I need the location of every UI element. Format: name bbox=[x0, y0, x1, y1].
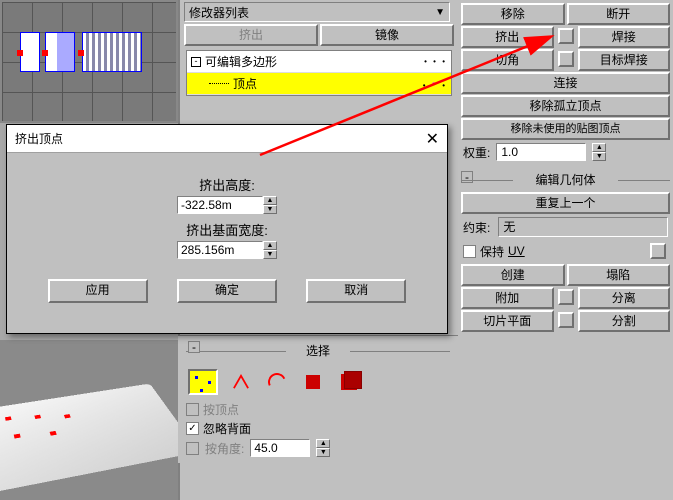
chevron-down-icon: ▼ bbox=[435, 7, 445, 18]
remove-unused-button[interactable]: 移除未使用的贴图顶点 bbox=[461, 118, 670, 140]
extrude-settings-button[interactable] bbox=[558, 28, 574, 44]
weld-button[interactable]: 焊接 bbox=[578, 26, 671, 48]
extrude-vertices-dialog: 挤出顶点 ✕ 挤出高度: -322.58m ▲▼ 挤出基面宽度: 285.156… bbox=[6, 124, 448, 334]
mirror-button[interactable]: 镜像 bbox=[320, 24, 454, 46]
preserve-label: 保持 bbox=[480, 243, 504, 260]
stack-item-editable-poly[interactable]: - 可编辑多边形 • • • bbox=[187, 51, 451, 73]
target-weld-button[interactable]: 目标焊接 bbox=[578, 49, 671, 71]
extrude-button[interactable]: 挤出 bbox=[461, 26, 554, 48]
break-button[interactable]: 断开 bbox=[567, 3, 671, 25]
preserve-uv-settings[interactable] bbox=[650, 243, 666, 259]
stack-dots-icon: • • • bbox=[423, 77, 447, 91]
split-toggle[interactable] bbox=[558, 312, 574, 328]
extrude-base-label: 挤出基面宽度: bbox=[23, 220, 431, 239]
edit-vertices-panel: 移除断开 挤出 焊接 切角 目标焊接 连接 移除孤立顶点 移除未使用的贴图顶点 … bbox=[458, 0, 673, 500]
extrude-base-spinner[interactable]: ▲▼ bbox=[263, 241, 277, 259]
preserve-uv-checkbox[interactable] bbox=[463, 245, 476, 258]
constraint-label: 约束: bbox=[463, 219, 490, 236]
ok-button[interactable]: 确定 bbox=[177, 279, 277, 303]
split-button[interactable]: 分割 bbox=[578, 310, 671, 332]
attach-button[interactable]: 附加 bbox=[461, 287, 554, 309]
remove-isolated-button[interactable]: 移除孤立顶点 bbox=[461, 95, 670, 117]
stack-item-vertex[interactable]: 顶点 • • • bbox=[187, 73, 451, 95]
subobj-border-button[interactable] bbox=[264, 371, 290, 393]
extrude-height-spinner[interactable]: ▲▼ bbox=[263, 196, 277, 214]
collapse-icon[interactable]: - bbox=[188, 341, 200, 353]
stack-dots-icon: • • • bbox=[424, 57, 447, 66]
subobj-vertex-button[interactable] bbox=[188, 369, 218, 395]
by-angle-label: 按角度: bbox=[205, 440, 244, 457]
extrude-height-input[interactable]: -322.58m bbox=[177, 196, 263, 214]
uv-label: UV bbox=[508, 244, 525, 258]
modifier-stack[interactable]: - 可编辑多边形 • • • 顶点 • • • bbox=[186, 50, 452, 96]
close-icon[interactable]: ✕ bbox=[426, 129, 439, 149]
slice-plane-button[interactable]: 切片平面 bbox=[461, 310, 554, 332]
ignore-backface-checkbox[interactable]: ✓忽略背面 bbox=[186, 420, 450, 437]
selection-header: 选择 bbox=[306, 344, 330, 358]
remove-button[interactable]: 移除 bbox=[461, 3, 565, 25]
weight-input[interactable]: 1.0 bbox=[496, 143, 586, 161]
collapse-button[interactable]: 塌陷 bbox=[567, 264, 671, 286]
chamfer-settings-button[interactable] bbox=[558, 51, 574, 67]
collapse-icon[interactable]: - bbox=[461, 171, 473, 183]
dialog-titlebar[interactable]: 挤出顶点 ✕ bbox=[7, 125, 447, 153]
detach-button[interactable]: 分离 bbox=[578, 287, 671, 309]
by-angle-checkbox[interactable] bbox=[186, 442, 199, 455]
modifier-list-label: 修改器列表 bbox=[189, 4, 249, 21]
extrude-base-input[interactable]: 285.156m bbox=[177, 241, 263, 259]
subobj-polygon-button[interactable] bbox=[300, 371, 326, 393]
weight-spinner[interactable]: ▲▼ bbox=[592, 143, 606, 161]
angle-input[interactable]: 45.0 bbox=[250, 439, 310, 457]
extrude-height-label: 挤出高度: bbox=[23, 175, 431, 194]
cancel-button[interactable]: 取消 bbox=[306, 279, 406, 303]
subobj-edge-button[interactable] bbox=[228, 371, 254, 393]
connect-button[interactable]: 连接 bbox=[461, 72, 670, 94]
dialog-title: 挤出顶点 bbox=[15, 130, 63, 147]
chamfer-button[interactable]: 切角 bbox=[461, 49, 554, 71]
constraint-dropdown[interactable]: 无 bbox=[498, 217, 668, 237]
modifier-list-dropdown[interactable]: 修改器列表 ▼ bbox=[184, 2, 450, 22]
collapse-icon[interactable]: - bbox=[191, 57, 201, 67]
repeat-last-button[interactable]: 重复上一个 bbox=[461, 192, 670, 214]
apply-button[interactable]: 应用 bbox=[48, 279, 148, 303]
by-vertex-checkbox[interactable]: 按顶点 bbox=[186, 401, 450, 418]
attach-settings-button[interactable] bbox=[558, 289, 574, 305]
angle-spinner[interactable]: ▲▼ bbox=[316, 439, 330, 457]
weight-label: 权重: bbox=[463, 144, 490, 161]
viewport-perspective[interactable] bbox=[0, 340, 178, 500]
edit-geometry-header: 编辑几何体 bbox=[535, 173, 595, 187]
subobj-element-button[interactable] bbox=[336, 371, 362, 393]
extrude-action-button[interactable]: 挤出 bbox=[184, 24, 318, 46]
selection-rollout: - 选择 按顶点 ✓忽略背面 按角度: 45.0 ▲▼ bbox=[178, 335, 458, 463]
viewport-top[interactable] bbox=[0, 0, 178, 123]
create-button[interactable]: 创建 bbox=[461, 264, 565, 286]
